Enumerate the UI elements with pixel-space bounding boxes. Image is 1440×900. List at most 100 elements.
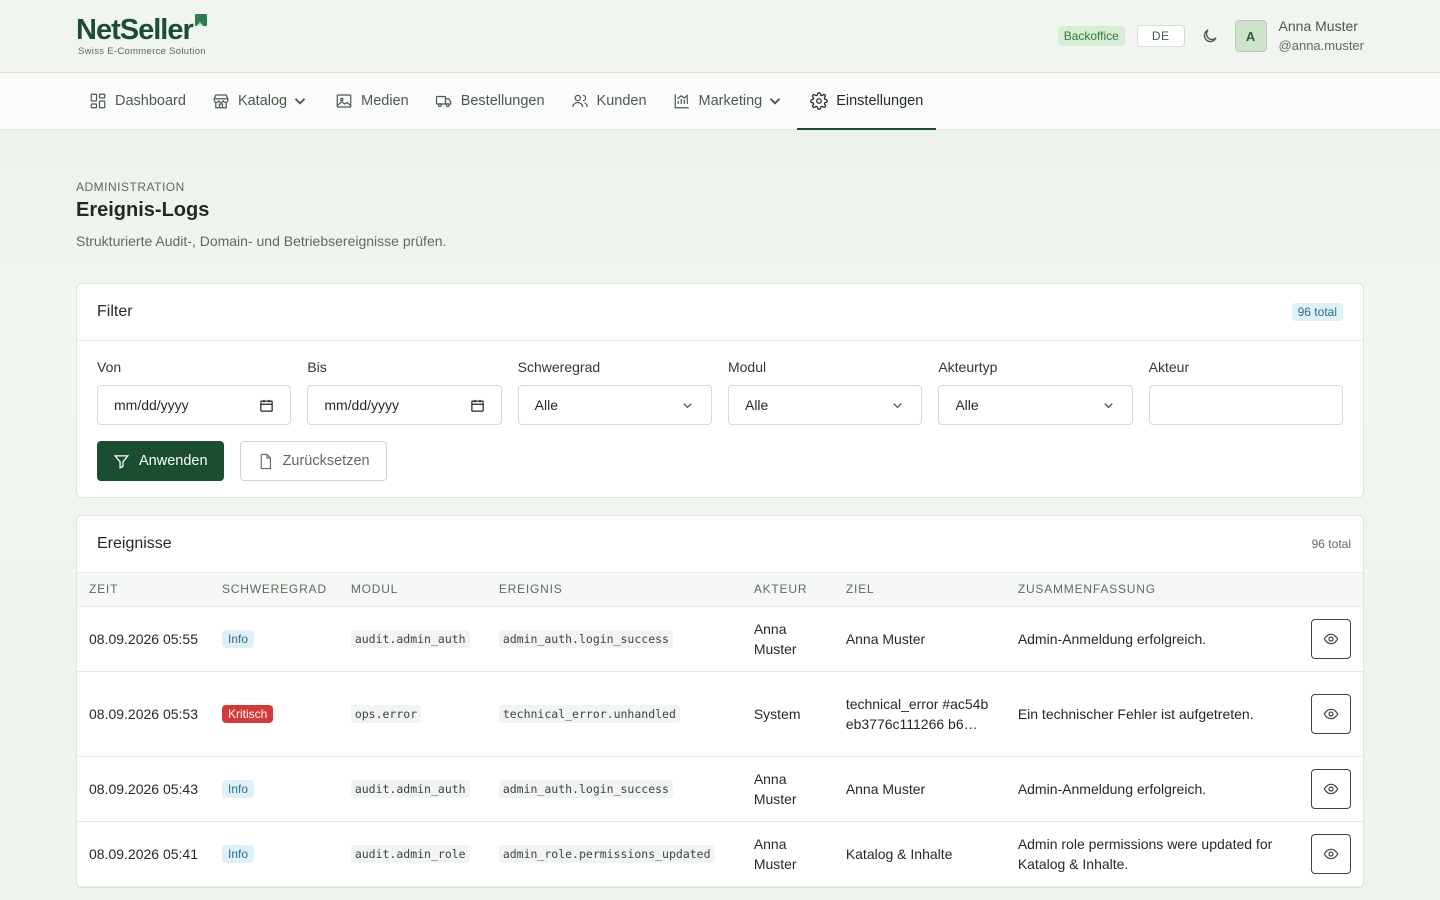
module-select[interactable]: Alle [727, 385, 923, 425]
nav-label: Marketing [698, 93, 763, 109]
avatar[interactable]: A [1234, 20, 1267, 52]
actor-type-select[interactable]: Alle [938, 385, 1133, 425]
column-header-event[interactable]: EREIGNIS [486, 573, 742, 607]
cell-summary: Admin-Anmeldung erfolgreich. [1005, 756, 1290, 822]
calendar-icon[interactable] [259, 398, 274, 413]
view-details-button[interactable] [1311, 833, 1351, 874]
column-header-summary[interactable]: ZUSAMMENFASSUNG [1005, 573, 1290, 607]
eye-icon [1323, 633, 1339, 644]
cell-summary: Ein technischer Fehler ist aufgetreten. [1005, 671, 1290, 757]
top-header: NetSeller Swiss E-Commerce Solution Back… [0, 0, 1440, 73]
cell-module: audit.admin_auth [350, 780, 470, 798]
cell-time: 08.09.2026 05:55 [77, 606, 210, 672]
dashboard-icon [90, 93, 106, 109]
apply-button[interactable]: Anwenden [97, 441, 224, 481]
table-row[interactable]: 08.09.2026 05:41 Info audit.admin_role a… [77, 821, 1363, 887]
language-switch-button[interactable]: DE [1136, 25, 1185, 47]
page-title: Ereignis-Logs [76, 199, 210, 221]
nav-item-medien[interactable]: Medien [322, 73, 422, 129]
nav-label: Einstellungen [836, 93, 924, 109]
table-row[interactable]: 08.09.2026 05:43 Info audit.admin_auth a… [77, 756, 1363, 822]
actor-label: Akteur [1148, 359, 1190, 375]
module-label: Modul [727, 359, 767, 375]
document-icon [260, 453, 271, 469]
table-row[interactable]: 08.09.2026 05:55 Info audit.admin_auth a… [77, 606, 1363, 672]
cell-actor: Anna Muster [741, 606, 834, 672]
events-card: Ereignisse 96 total ZEIT SCHWEREGRAD MOD… [76, 515, 1364, 888]
chevron-down-icon [683, 402, 692, 408]
nav-item-dashboard[interactable]: Dashboard [76, 73, 199, 129]
column-header-module[interactable]: MODUL [338, 573, 487, 607]
nav-item-katalog[interactable]: Katalog [199, 73, 322, 129]
module-value: Alle [744, 397, 769, 413]
brand-logo[interactable]: NetSeller Swiss E-Commerce Solution [76, 11, 207, 57]
users-icon [571, 94, 588, 108]
cell-event: admin_auth.login_success [498, 780, 673, 798]
eye-icon [1323, 783, 1339, 794]
severity-badge: Kritisch [222, 705, 274, 723]
actor-type-value: Alle [955, 397, 979, 413]
nav-label: Kunden [596, 93, 647, 109]
table-row[interactable]: 08.09.2026 05:53 Kritisch ops.error tech… [77, 671, 1363, 757]
cell-target: technical_error #ac54beb3776c111266 b6… [833, 671, 1006, 757]
nav-item-bestellungen[interactable]: Bestellungen [422, 73, 558, 129]
cell-actor: Anna Muster [741, 821, 834, 887]
actor-input[interactable] [1148, 385, 1343, 425]
events-title: Ereignisse [97, 535, 172, 552]
view-details-button[interactable] [1311, 693, 1351, 734]
page-subtitle: Strukturierte Audit-, Domain- und Betrie… [76, 233, 447, 249]
events-total: 96 total [1311, 537, 1351, 551]
events-table: ZEIT SCHWEREGRAD MODUL EREIGNIS AKTEUR Z… [77, 573, 1363, 887]
severity-select[interactable]: Alle [517, 385, 712, 425]
cell-module: audit.admin_role [350, 845, 470, 863]
reset-button[interactable]: Zurücksetzen [239, 441, 387, 481]
column-header-actor[interactable]: AKTEUR [741, 573, 834, 607]
dark-mode-toggle[interactable] [1199, 25, 1221, 47]
cell-target: Katalog & Inhalte [833, 821, 1006, 887]
nav-label: Katalog [237, 93, 288, 109]
to-date-label: Bis [307, 359, 327, 375]
from-date-value: mm/dd/yyyy [114, 397, 189, 413]
cell-target: Anna Muster [833, 756, 1006, 822]
column-header-actions [1289, 573, 1363, 607]
page-content: ADMINISTRATION Ereignis-Logs Strukturier… [0, 130, 1440, 888]
eye-icon [1323, 708, 1339, 719]
column-header-time[interactable]: ZEIT [77, 573, 210, 607]
store-icon [213, 94, 229, 109]
to-date-input[interactable]: mm/dd/yyyy [307, 385, 502, 425]
brand-name-part1: Net [76, 14, 121, 46]
nav-label: Bestellungen [460, 93, 545, 109]
view-details-button[interactable] [1311, 618, 1351, 659]
filter-title: Filter [97, 303, 133, 320]
chevron-down-icon [893, 402, 903, 408]
severity-badge: Info [222, 780, 255, 798]
severity-value: Alle [534, 397, 559, 413]
from-date-input[interactable]: mm/dd/yyyy [97, 385, 292, 425]
column-header-severity[interactable]: SCHWEREGRAD [210, 573, 339, 607]
cell-summary: Admin-Anmeldung erfolgreich. [1005, 606, 1290, 672]
nav-item-marketing[interactable]: Marketing [660, 73, 798, 129]
nav-item-einstellungen[interactable]: Einstellungen [797, 73, 937, 130]
eye-icon [1323, 848, 1339, 859]
column-header-target[interactable]: ZIEL [833, 573, 1006, 607]
severity-badge: Info [222, 845, 255, 863]
cell-time: 08.09.2026 05:41 [77, 821, 210, 887]
cell-module: ops.error [350, 705, 422, 723]
nav-label: Medien [361, 93, 409, 109]
nav-item-kunden[interactable]: Kunden [558, 73, 660, 129]
filter-total-badge: 96 total [1291, 303, 1343, 321]
swiss-cross-icon [194, 11, 207, 41]
chevron-down-icon [294, 98, 306, 105]
view-details-button[interactable] [1311, 768, 1351, 809]
cell-actor: Anna Muster [741, 756, 834, 822]
gear-icon [810, 92, 829, 110]
filter-icon [113, 454, 130, 469]
user-name: Anna Muster [1278, 18, 1358, 34]
user-menu[interactable]: Anna Muster @anna.muster [1279, 16, 1364, 56]
calendar-icon[interactable] [470, 398, 485, 413]
cell-actor: System [741, 671, 834, 757]
page-eyebrow: ADMINISTRATION [76, 180, 185, 194]
from-date-label: Von [97, 359, 122, 375]
user-handle: @anna.muster [1278, 38, 1364, 53]
moon-icon [1203, 29, 1217, 43]
